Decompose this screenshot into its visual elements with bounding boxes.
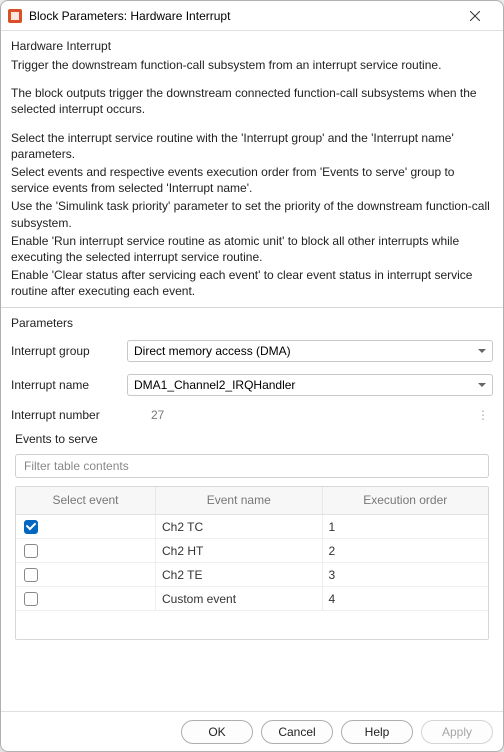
param-row-interrupt-name: Interrupt name DMA1_Channel2_IRQHandler — [11, 374, 493, 396]
desc-line: Select events and respective events exec… — [11, 164, 493, 196]
interrupt-group-label: Interrupt group — [11, 344, 119, 358]
ok-button[interactable]: OK — [181, 720, 253, 744]
event-checkbox[interactable] — [24, 544, 38, 558]
desc-line: Trigger the downstream function-call sub… — [11, 57, 493, 73]
col-select: Select event — [16, 487, 156, 514]
desc-line: Enable 'Run interrupt service routine as… — [11, 233, 493, 265]
divider — [1, 307, 503, 308]
cell-select — [16, 587, 156, 610]
dialog-footer: OK Cancel Help Apply — [1, 711, 503, 751]
interrupt-number-value: 27 — [147, 408, 469, 422]
parameters-label: Parameters — [11, 316, 493, 330]
cell-execution-order[interactable]: 4 — [323, 587, 489, 610]
more-icon[interactable]: ⋮ — [477, 408, 493, 422]
cell-event-name[interactable]: Ch2 TE — [156, 563, 323, 586]
cell-event-name[interactable]: Ch2 HT — [156, 539, 323, 562]
events-table-header: Select event Event name Execution order — [16, 487, 488, 515]
table-row: Ch2 HT 2 — [16, 539, 488, 563]
spacer — [11, 640, 493, 707]
cell-execution-order[interactable]: 2 — [323, 539, 489, 562]
interrupt-name-select[interactable]: DMA1_Channel2_IRQHandler — [127, 374, 493, 396]
description-block: Trigger the downstream function-call sub… — [11, 57, 493, 75]
event-checkbox[interactable] — [24, 592, 38, 606]
close-icon — [470, 11, 480, 21]
cell-select — [16, 515, 156, 538]
description-block: The block outputs trigger the downstream… — [11, 85, 493, 119]
events-table: Select event Event name Execution order … — [15, 486, 489, 640]
interrupt-group-select[interactable]: Direct memory access (DMA) — [127, 340, 493, 362]
events-group: Events to serve Select event Event name … — [11, 432, 493, 707]
cell-event-name[interactable]: Custom event — [156, 587, 323, 610]
event-checkbox[interactable] — [24, 520, 38, 534]
cell-select — [16, 539, 156, 562]
param-row-interrupt-group: Interrupt group Direct memory access (DM… — [11, 340, 493, 362]
desc-line: Enable 'Clear status after servicing eac… — [11, 267, 493, 299]
window-title: Block Parameters: Hardware Interrupt — [29, 9, 455, 23]
help-button[interactable]: Help — [341, 720, 413, 744]
param-row-interrupt-number: Interrupt number 27 ⋮ — [11, 408, 493, 422]
interrupt-name-label: Interrupt name — [11, 378, 119, 392]
titlebar: Block Parameters: Hardware Interrupt — [1, 1, 503, 31]
content-area: Hardware Interrupt Trigger the downstrea… — [1, 31, 503, 711]
block-title: Hardware Interrupt — [11, 39, 493, 53]
app-icon — [7, 8, 23, 24]
cell-execution-order[interactable]: 1 — [323, 515, 489, 538]
event-checkbox[interactable] — [24, 568, 38, 582]
description-block: Select the interrupt service routine wit… — [11, 130, 493, 302]
dialog-window: Block Parameters: Hardware Interrupt Har… — [0, 0, 504, 752]
table-row: Ch2 TE 3 — [16, 563, 488, 587]
close-button[interactable] — [455, 2, 495, 30]
cell-select — [16, 563, 156, 586]
cell-execution-order[interactable]: 3 — [323, 563, 489, 586]
cancel-button[interactable]: Cancel — [261, 720, 333, 744]
col-execution-order: Execution order — [323, 487, 489, 514]
interrupt-number-label: Interrupt number — [11, 408, 139, 422]
table-row: Ch2 TC 1 — [16, 515, 488, 539]
apply-button: Apply — [421, 720, 493, 744]
col-event-name: Event name — [156, 487, 323, 514]
events-filter-input[interactable] — [15, 454, 489, 478]
desc-line: Select the interrupt service routine wit… — [11, 130, 493, 162]
events-group-label: Events to serve — [11, 432, 493, 446]
interrupt-name-value: DMA1_Channel2_IRQHandler — [134, 378, 295, 392]
desc-line: The block outputs trigger the downstream… — [11, 85, 493, 117]
table-row: Custom event 4 — [16, 587, 488, 611]
cell-event-name[interactable]: Ch2 TC — [156, 515, 323, 538]
interrupt-group-value: Direct memory access (DMA) — [134, 344, 291, 358]
desc-line: Use the 'Simulink task priority' paramet… — [11, 198, 493, 230]
